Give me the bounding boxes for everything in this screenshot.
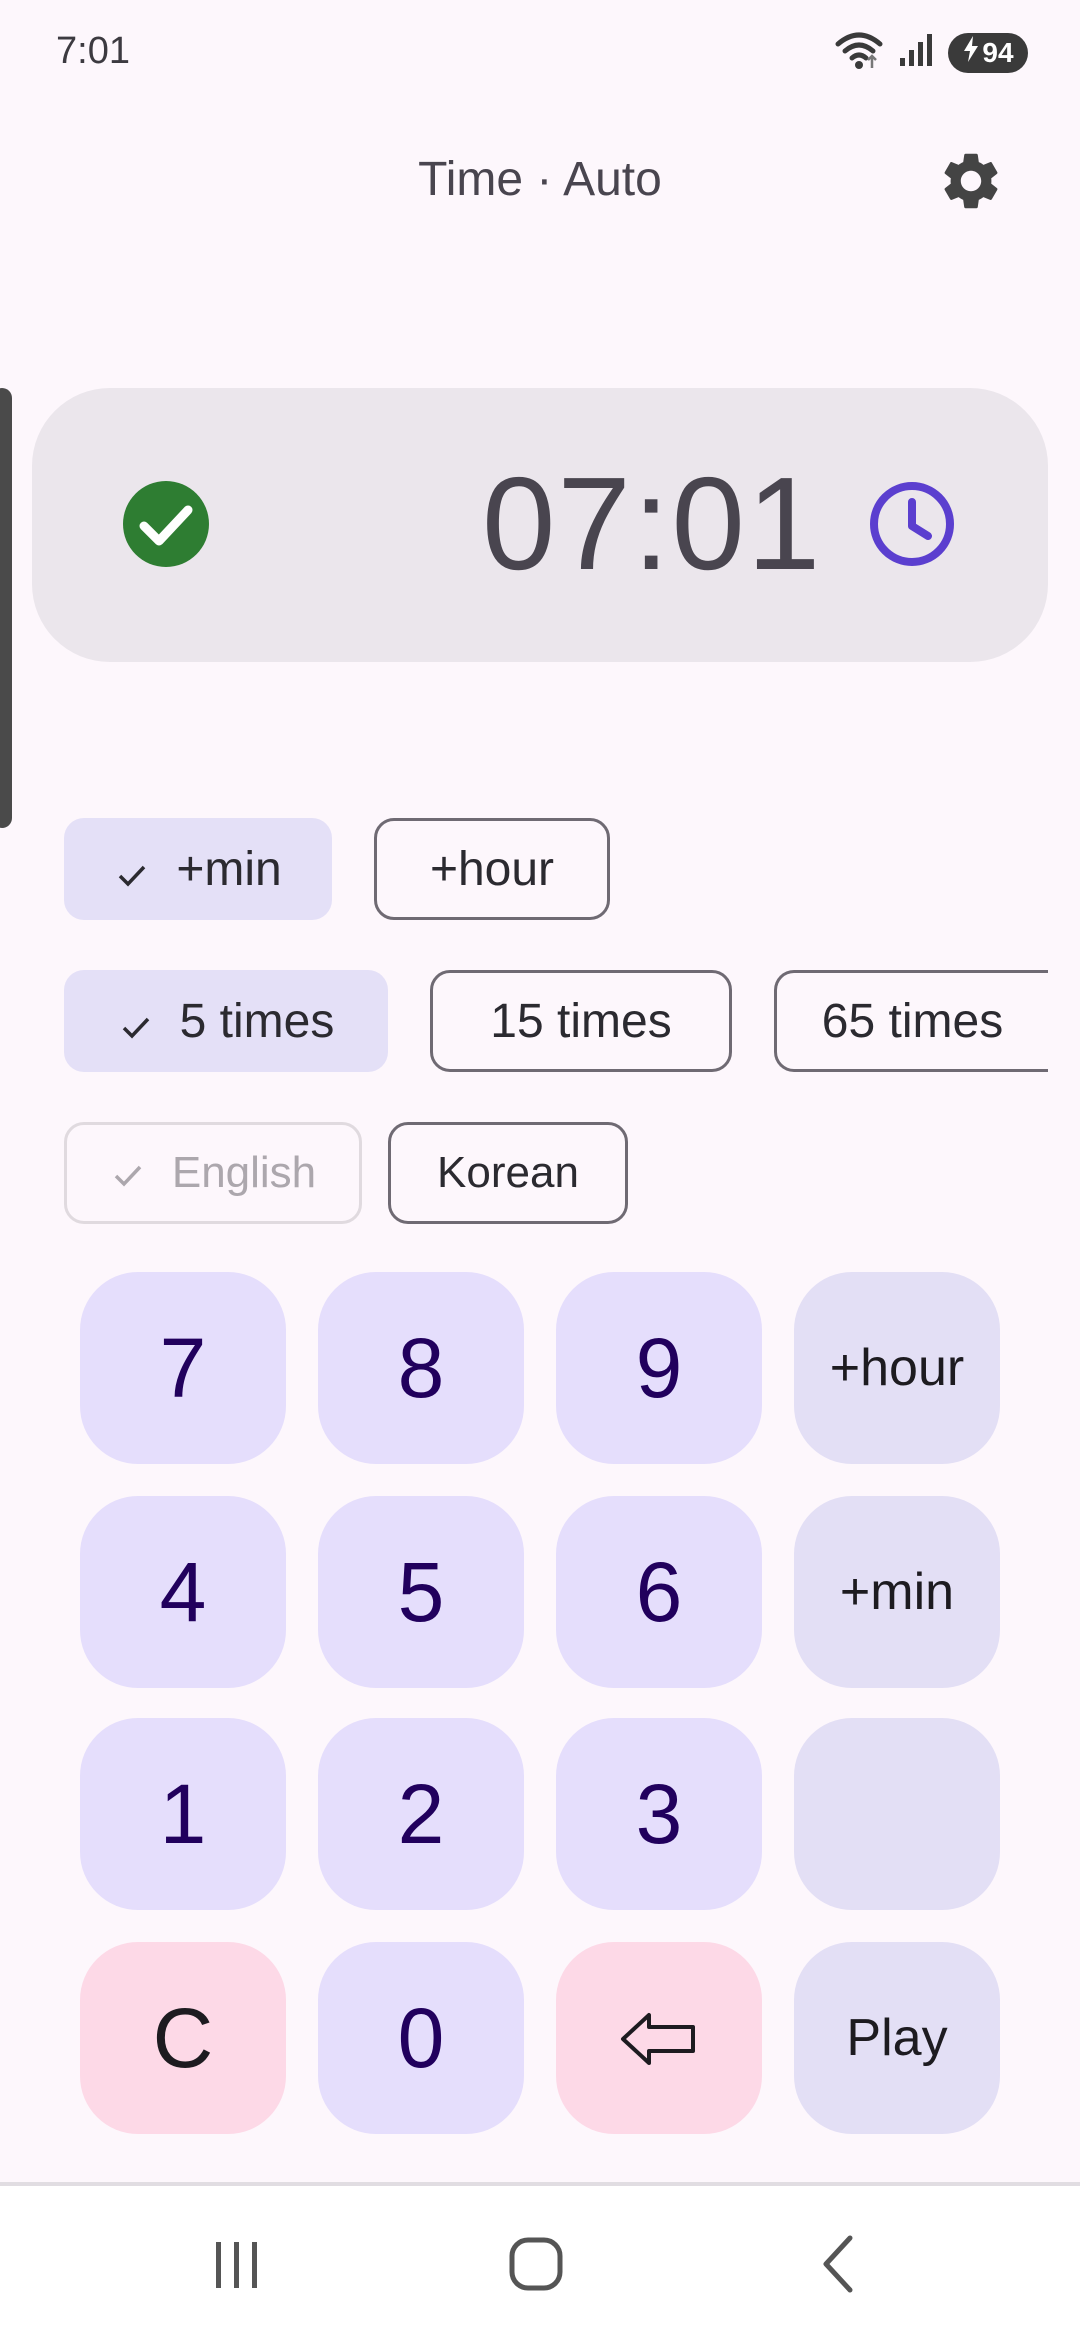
chip-label: +min <box>176 842 282 896</box>
page-title: Time · Auto <box>418 153 662 206</box>
recent-apps-button[interactable] <box>176 2226 296 2306</box>
chip-label: +hour <box>429 842 555 896</box>
chip-5-times[interactable]: 5 times <box>64 970 388 1072</box>
check-icon <box>114 851 150 887</box>
chip-15-times[interactable]: 15 times <box>430 970 732 1072</box>
time-readout: 07:01 <box>482 450 823 597</box>
status-bar: 7:01 94 <box>0 0 1080 110</box>
gear-icon <box>937 147 1005 220</box>
key-1[interactable]: 1 <box>80 1718 286 1910</box>
key-0[interactable]: 0 <box>318 1942 524 2134</box>
chip-plus-min[interactable]: +min <box>64 818 332 920</box>
key-clear[interactable]: C <box>80 1942 286 2134</box>
chip-label: English <box>171 1148 317 1197</box>
key-plus-min[interactable]: +min <box>794 1496 1000 1688</box>
settings-button[interactable] <box>930 142 1012 224</box>
backspace-arrow-icon <box>619 1990 699 2087</box>
edge-panel-handle[interactable] <box>0 388 12 828</box>
clock-icon[interactable] <box>868 480 956 568</box>
key-blank[interactable] <box>794 1718 1000 1910</box>
chip-label: 5 times <box>179 994 335 1048</box>
chip-label: 65 times <box>821 994 1004 1048</box>
key-5[interactable]: 5 <box>318 1496 524 1688</box>
check-icon <box>110 1155 146 1191</box>
chip-label: Korean <box>437 1148 579 1197</box>
system-nav-bar <box>0 2186 1080 2340</box>
bolt-icon <box>962 36 980 69</box>
home-button[interactable] <box>476 2226 596 2306</box>
key-6[interactable]: 6 <box>556 1496 762 1688</box>
home-icon <box>506 2234 566 2299</box>
key-4[interactable]: 4 <box>80 1496 286 1688</box>
screen: 7:01 94 Time · Auto 07:01 +min +hour 5 t… <box>0 0 1080 2340</box>
key-8[interactable]: 8 <box>318 1272 524 1464</box>
chip-korean[interactable]: Korean <box>388 1122 628 1224</box>
back-button[interactable] <box>780 2226 900 2306</box>
wifi-icon <box>834 30 884 75</box>
key-2[interactable]: 2 <box>318 1718 524 1910</box>
key-3[interactable]: 3 <box>556 1718 762 1910</box>
key-play[interactable]: Play <box>794 1942 1000 2134</box>
status-time: 7:01 <box>56 30 130 72</box>
key-backspace[interactable] <box>556 1942 762 2134</box>
chip-label: 15 times <box>490 994 672 1048</box>
key-7[interactable]: 7 <box>80 1272 286 1464</box>
battery-level: 94 <box>982 36 1014 68</box>
check-circle-icon[interactable] <box>122 480 210 568</box>
check-icon <box>118 1003 154 1039</box>
key-plus-hour[interactable]: +hour <box>794 1272 1000 1464</box>
recents-icon <box>206 2234 266 2299</box>
status-icons: 94 <box>834 30 1028 75</box>
chip-65-times[interactable]: 65 times <box>774 970 1048 1072</box>
battery-indicator: 94 <box>948 32 1028 73</box>
key-9[interactable]: 9 <box>556 1272 762 1464</box>
signal-icon <box>898 32 934 73</box>
time-display-card: 07:01 <box>32 388 1048 662</box>
chip-english[interactable]: English <box>64 1122 362 1224</box>
chip-plus-hour[interactable]: +hour <box>374 818 610 920</box>
back-chevron-icon <box>810 2234 870 2299</box>
